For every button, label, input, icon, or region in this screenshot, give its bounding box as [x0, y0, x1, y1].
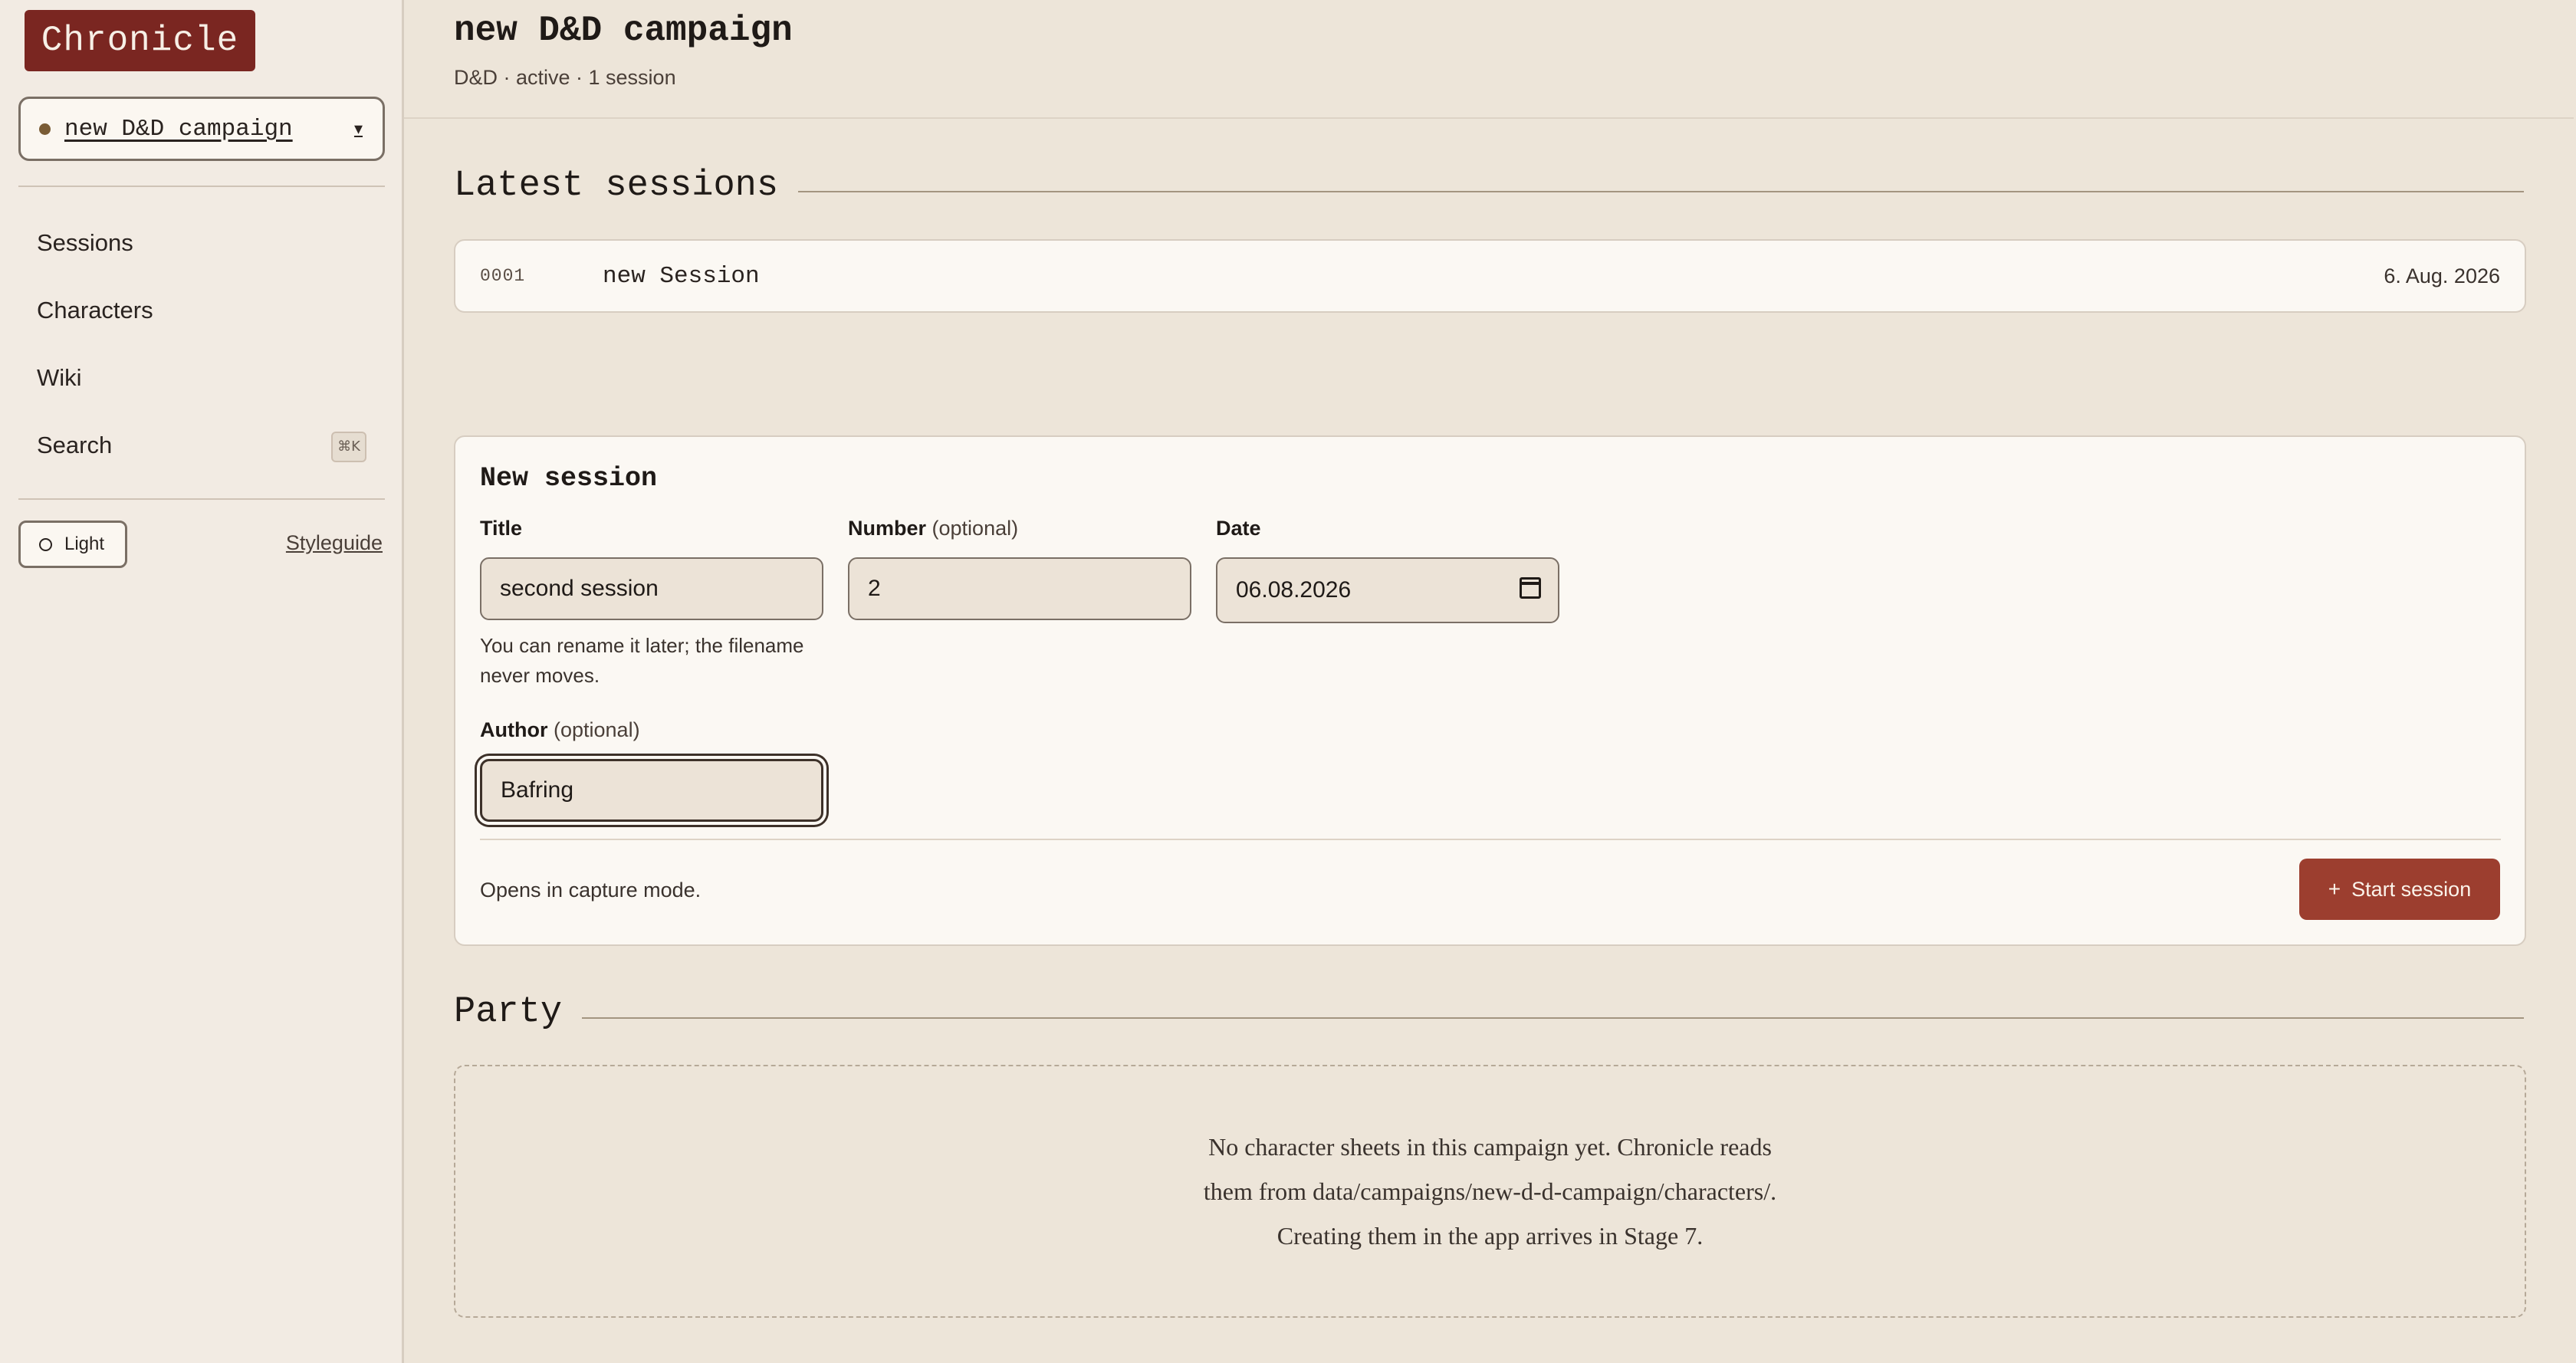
page-subtitle: D&D · active · 1 session — [454, 66, 676, 89]
chevron-down-icon: ▾ — [353, 119, 363, 138]
new-session-form: New session Title You can rename it late… — [454, 435, 2526, 946]
sidebar-item-characters[interactable]: Characters — [18, 282, 366, 339]
author-label-text: Author — [480, 718, 548, 741]
latest-sessions-heading: Latest sessions — [454, 166, 2524, 206]
sidebar-item-label: Characters — [37, 297, 153, 324]
sidebar-item-wiki[interactable]: Wiki — [18, 350, 366, 406]
sidebar-item-search[interactable]: Search ⌘K — [18, 417, 366, 474]
sidebar-item-label: Wiki — [37, 364, 82, 391]
campaign-selector-value: new D&D campaign — [64, 115, 293, 143]
section-rule — [582, 1017, 2524, 1019]
section-title: Party — [454, 992, 563, 1033]
main-content: new D&D campaign D&D · active · 1 sessio… — [404, 0, 2576, 1363]
calendar-icon[interactable] — [1520, 577, 1541, 599]
party-empty-text: No character sheets in this campaign yet… — [1203, 1133, 1777, 1250]
author-input[interactable] — [480, 759, 823, 822]
form-title: New session — [480, 463, 658, 494]
page-header: new D&D campaign D&D · active · 1 sessio… — [404, 0, 2574, 119]
sidebar: Chronicle new D&D campaign ▾ Sessions Ch… — [0, 0, 404, 1363]
search-shortcut-badge: ⌘K — [331, 432, 366, 462]
number-label-text: Number — [848, 517, 927, 540]
start-session-button[interactable]: + Start session — [2299, 859, 2500, 920]
sidebar-item-label: Sessions — [37, 229, 133, 256]
party-empty-state: No character sheets in this campaign yet… — [454, 1065, 2526, 1318]
number-label: Number (optional) — [848, 517, 1018, 540]
session-date: 6. Aug. 2026 — [2384, 264, 2500, 287]
party-heading: Party — [454, 992, 2524, 1033]
sidebar-divider — [18, 498, 385, 500]
form-footer-text: Opens in capture mode. — [480, 879, 702, 902]
campaign-status-dot — [39, 123, 51, 135]
theme-toggle-label: Light — [64, 534, 105, 554]
optional-hint: (optional) — [554, 718, 640, 741]
date-field — [1216, 557, 1559, 623]
section-title: Latest sessions — [454, 166, 779, 206]
circle-icon — [39, 537, 52, 551]
campaign-selector[interactable]: new D&D campaign ▾ — [18, 97, 385, 161]
page-title: new D&D campaign — [454, 11, 793, 51]
section-rule — [798, 190, 2524, 192]
session-row[interactable]: 0001 new Session 6. Aug. 2026 — [454, 239, 2526, 313]
app-root: Chronicle new D&D campaign ▾ Sessions Ch… — [0, 0, 2576, 1363]
theme-toggle-button[interactable]: Light — [18, 521, 127, 568]
sidebar-item-sessions[interactable]: Sessions — [18, 215, 366, 271]
optional-hint: (optional) — [932, 517, 1019, 540]
sidebar-item-label: Search — [37, 432, 113, 458]
date-label: Date — [1216, 517, 1261, 540]
date-label-text: Date — [1216, 517, 1261, 540]
title-help-text: You can rename it later; the filename ne… — [480, 634, 804, 687]
title-label-text: Title — [480, 517, 523, 540]
title-input[interactable] — [480, 557, 823, 620]
form-divider — [480, 839, 2501, 840]
date-input[interactable] — [1216, 557, 1559, 623]
styleguide-link[interactable]: Styleguide — [286, 531, 383, 555]
author-label: Author (optional) — [480, 718, 640, 742]
session-number: 0001 — [480, 266, 526, 286]
title-label: Title — [480, 517, 522, 540]
plus-icon: + — [2328, 877, 2341, 901]
number-input[interactable] — [848, 557, 1191, 620]
sidebar-divider — [18, 186, 385, 187]
session-title: new Session — [603, 262, 760, 290]
start-session-label: Start session — [2351, 877, 2472, 901]
app-logo[interactable]: Chronicle — [25, 10, 255, 71]
